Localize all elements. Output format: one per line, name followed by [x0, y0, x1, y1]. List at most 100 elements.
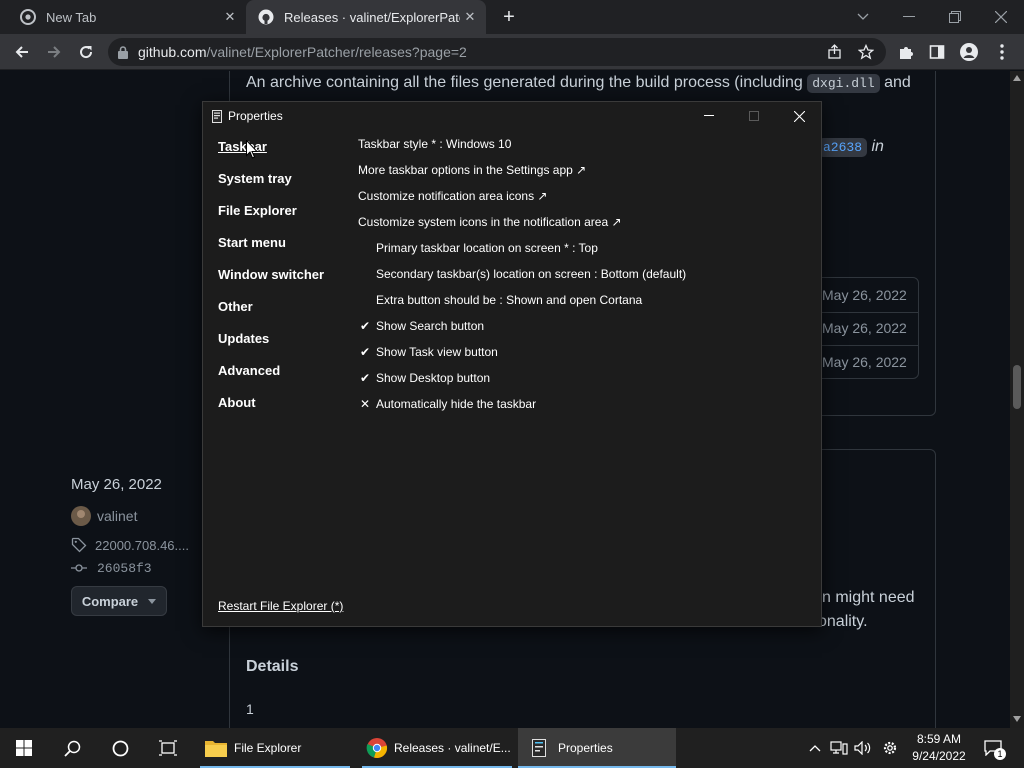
- option-show-search[interactable]: ✔ Show Search button: [360, 319, 484, 333]
- tab-releases[interactable]: Releases · valinet/ExplorerPatcher ✕: [246, 0, 486, 34]
- nav-other[interactable]: Other: [218, 299, 253, 314]
- profile-avatar-icon[interactable]: [956, 39, 982, 65]
- checkmark-icon: ✔: [359, 345, 371, 359]
- browser-toolbar: github.com/valinet/ExplorerPatcher/relea…: [0, 34, 1024, 70]
- nav-advanced[interactable]: Advanced: [218, 363, 280, 378]
- close-tab-icon[interactable]: ✕: [220, 7, 240, 27]
- option-settings-link[interactable]: More taskbar options in the Settings app…: [358, 163, 586, 177]
- forward-icon[interactable]: [41, 39, 67, 65]
- nav-system-tray[interactable]: System tray: [218, 171, 292, 186]
- release-date: May 26, 2022: [71, 476, 162, 493]
- option-primary-location[interactable]: Primary taskbar location on screen * : T…: [376, 241, 598, 255]
- properties-icon: [212, 109, 222, 123]
- new-tab-button[interactable]: +: [498, 7, 520, 29]
- release-author[interactable]: valinet: [71, 506, 137, 526]
- nav-updates[interactable]: Updates: [218, 331, 269, 346]
- asset-date: May 26, 2022: [822, 287, 907, 303]
- option-secondary-location[interactable]: Secondary taskbar(s) location on screen …: [376, 267, 686, 281]
- restore-icon[interactable]: [932, 0, 978, 34]
- minimize-icon[interactable]: [886, 0, 932, 34]
- minimize-icon[interactable]: [686, 102, 732, 130]
- close-icon[interactable]: [776, 102, 822, 130]
- compare-button[interactable]: Compare: [71, 586, 167, 616]
- option-extra-button[interactable]: Extra button should be : Shown and open …: [376, 293, 642, 307]
- url-text: github.com/valinet/ExplorerPatcher/relea…: [138, 44, 467, 60]
- properties-icon: [532, 739, 546, 757]
- chevron-down-icon: [148, 598, 157, 604]
- asset-date: May 26, 2022: [822, 320, 907, 336]
- option-show-desktop[interactable]: ✔ Show Desktop button: [360, 371, 490, 385]
- option-autohide[interactable]: ✕ Automatically hide the taskbar: [360, 397, 536, 411]
- nav-about[interactable]: About: [218, 395, 256, 410]
- address-bar[interactable]: github.com/valinet/ExplorerPatcher/relea…: [108, 38, 886, 66]
- tag-icon: [71, 537, 87, 553]
- cross-icon: ✕: [359, 397, 371, 411]
- release-tag[interactable]: 22000.708.46....: [71, 537, 189, 553]
- nav-start-menu[interactable]: Start menu: [218, 235, 286, 250]
- release-commit[interactable]: 26058f3: [71, 560, 152, 576]
- chevron-up-icon[interactable]: [805, 728, 825, 768]
- extensions-puzzle-icon[interactable]: [893, 39, 919, 65]
- tab-search-icon[interactable]: [840, 0, 886, 34]
- chrome-icon: [20, 9, 36, 25]
- taskbar-app-label: Properties: [558, 741, 613, 755]
- close-window-icon[interactable]: [978, 0, 1024, 34]
- option-system-icons-link[interactable]: Customize system icons in the notificati…: [358, 215, 622, 229]
- search-icon[interactable]: [48, 728, 96, 768]
- share-icon[interactable]: [822, 39, 848, 65]
- author-name[interactable]: valinet: [97, 508, 137, 524]
- tab-title: Releases · valinet/ExplorerPatcher: [284, 9, 460, 25]
- details-heading[interactable]: Details: [246, 658, 298, 676]
- lock-icon[interactable]: [118, 45, 128, 59]
- release-body-text: onality.: [818, 613, 868, 630]
- clock-time: 8:59 AM: [916, 732, 962, 746]
- taskbar-app-properties[interactable]: Properties: [518, 728, 676, 768]
- url-host: github.com: [138, 44, 207, 60]
- scrollbar-thumb[interactable]: [1013, 365, 1021, 409]
- close-tab-icon[interactable]: ✕: [460, 7, 480, 27]
- option-show-task-view[interactable]: ✔ Show Task view button: [360, 345, 498, 359]
- details-first-item: 1: [246, 701, 254, 717]
- nav-window-switcher[interactable]: Window switcher: [218, 267, 324, 282]
- mouse-cursor-icon: [246, 140, 258, 159]
- page-scrollbar[interactable]: [1010, 71, 1024, 728]
- network-icon[interactable]: [828, 728, 850, 768]
- windows-logo-icon: [16, 740, 32, 756]
- commit-icon: [71, 564, 87, 572]
- commit-hash[interactable]: 26058f3: [97, 561, 152, 576]
- task-view-icon[interactable]: [144, 728, 192, 768]
- taskbar-app-chrome[interactable]: Releases · valinet/E...: [362, 728, 512, 768]
- volume-icon[interactable]: [852, 728, 874, 768]
- cortana-icon[interactable]: [96, 728, 144, 768]
- divider: [811, 345, 918, 346]
- commit-reference[interactable]: a2638 in: [818, 138, 884, 157]
- settings-gear-icon[interactable]: [879, 728, 901, 768]
- clock-date: 9/24/2022: [912, 749, 966, 763]
- taskbar-app-file-explorer[interactable]: File Explorer: [200, 728, 350, 768]
- browser-tab-strip: New Tab ✕ Releases · valinet/ExplorerPat…: [0, 0, 1024, 34]
- start-button[interactable]: [0, 728, 48, 768]
- notification-center-icon[interactable]: 1: [980, 728, 1006, 768]
- tag-name[interactable]: 22000.708.46....: [95, 538, 189, 553]
- url-path: /valinet/ExplorerPatcher/releases?page=2: [206, 44, 467, 60]
- reload-icon[interactable]: [73, 39, 99, 65]
- nav-taskbar[interactable]: Taskbar: [218, 139, 267, 154]
- checkmark-icon: ✔: [359, 319, 371, 333]
- menu-kebab-icon[interactable]: [989, 39, 1015, 65]
- release-body-text: n might need: [822, 589, 915, 606]
- side-panel-icon[interactable]: [924, 39, 950, 65]
- divider: [811, 312, 918, 313]
- properties-dialog: Properties Taskbar System tray File Expl…: [202, 101, 822, 627]
- dialog-title: Properties: [228, 109, 283, 123]
- tab-new-tab[interactable]: New Tab ✕: [8, 0, 246, 34]
- option-notification-icons-link[interactable]: Customize notification area icons ↗: [358, 189, 547, 203]
- commit-hash-link[interactable]: a2638: [818, 138, 868, 157]
- restart-explorer-link[interactable]: Restart File Explorer (*): [218, 599, 343, 613]
- back-icon[interactable]: [9, 39, 35, 65]
- chrome-icon: [366, 737, 388, 759]
- scroll-up-icon: [1013, 75, 1021, 81]
- option-taskbar-style[interactable]: Taskbar style * : Windows 10: [358, 137, 511, 151]
- bookmark-star-icon[interactable]: [853, 39, 879, 65]
- taskbar-clock[interactable]: 8:59 AM 9/24/2022: [908, 731, 970, 765]
- nav-file-explorer[interactable]: File Explorer: [218, 203, 297, 218]
